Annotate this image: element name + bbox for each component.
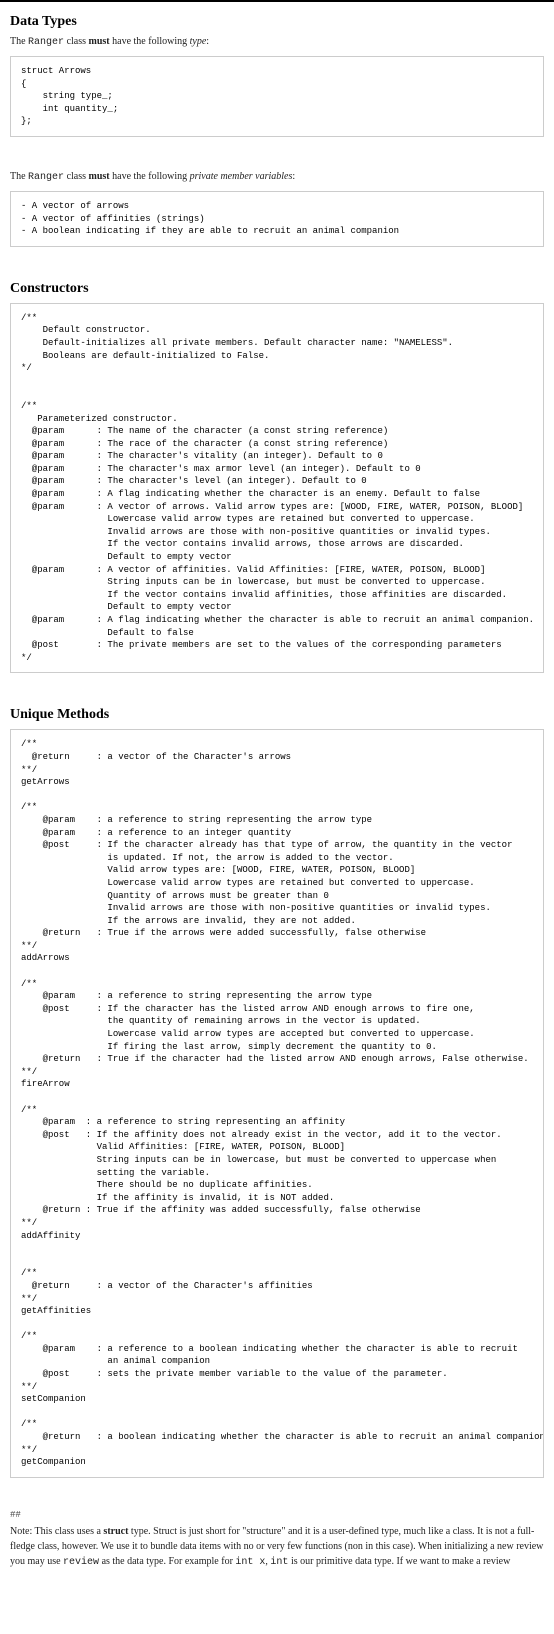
struct-code: struct Arrows { string type_; int quanti… (10, 56, 544, 137)
methods-code: /** @return : a vector of the Character'… (10, 729, 544, 1477)
methods-heading: Unique Methods (10, 707, 544, 723)
note-separator: ## (10, 1510, 554, 1520)
class-name: Ranger (28, 37, 64, 48)
constructors-code: /** Default constructor. Default-initial… (10, 303, 544, 674)
constructors-heading: Constructors (10, 281, 544, 297)
data-types-section: Data Types The Ranger class must have th… (0, 2, 554, 1500)
data-types-heading: Data Types (10, 14, 544, 30)
private-vars-code: - A vector of arrows - A vector of affin… (10, 191, 544, 247)
struct-note: Note: This class uses a struct type. Str… (10, 1524, 544, 1570)
type-intro: The Ranger class must have the following… (10, 36, 544, 48)
class-name: Ranger (28, 172, 64, 183)
vars-intro: The Ranger class must have the following… (10, 171, 544, 183)
